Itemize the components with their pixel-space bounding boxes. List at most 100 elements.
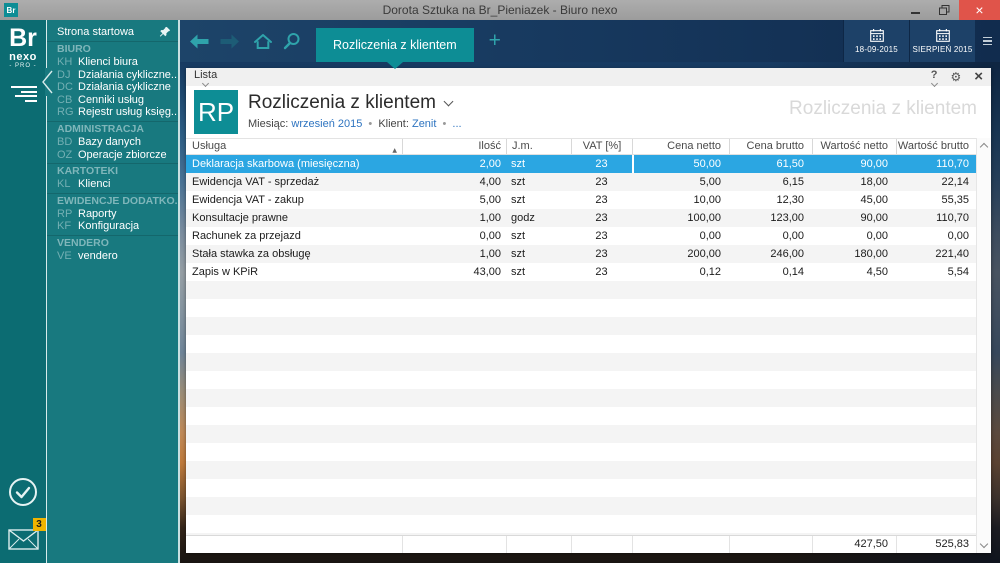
messages-envelope-icon[interactable] bbox=[7, 529, 39, 550]
close-icon: × bbox=[975, 2, 984, 18]
more-filters-link[interactable]: ... bbox=[452, 118, 461, 130]
table-cell: 23 bbox=[595, 194, 608, 206]
column-header-3[interactable]: J.m. bbox=[506, 139, 571, 154]
summary-cell bbox=[729, 536, 812, 553]
month-filter-value[interactable]: wrzesień 2015 bbox=[291, 118, 362, 130]
table-cell: 18,00 bbox=[860, 176, 888, 188]
scroll-up-icon[interactable] bbox=[979, 142, 989, 152]
left-rail: Br nexo - PRO - 3 bbox=[0, 20, 46, 563]
sidebar-item-oz[interactable]: OZ Operacje zbiorcze bbox=[47, 149, 178, 162]
column-header-8[interactable]: Wartość brutto bbox=[896, 139, 976, 154]
sidebar-item-label: Cenniki usług bbox=[78, 93, 145, 106]
list-panel: Lista ? ⚙ × RP Rozliczenia z klientem Mi… bbox=[186, 68, 991, 553]
table-cell: szt bbox=[511, 266, 526, 278]
navbar-menu-icon[interactable] bbox=[975, 20, 1000, 62]
sidebar-item-code: KF bbox=[57, 220, 72, 233]
sidebar-item-label: Działania cykliczne bbox=[78, 81, 171, 94]
panel-title-row: RP Rozliczenia z klientem Miesiąc: wrzes… bbox=[186, 86, 991, 138]
table-cell: 50,00 bbox=[632, 155, 729, 173]
sidebar-item-kh[interactable]: KH Klienci biura bbox=[47, 56, 178, 69]
sidebar-item-home[interactable]: Strona startowa bbox=[47, 24, 178, 39]
title-dropdown-icon[interactable] bbox=[443, 96, 454, 106]
month-picker-button[interactable]: SIERPIEŃ 2015 bbox=[909, 20, 975, 62]
tab-rozliczenia[interactable]: Rozliczenia z klientem bbox=[316, 28, 474, 62]
sidebar-item-code: DC bbox=[57, 81, 73, 94]
sidebar-collapse-notch[interactable] bbox=[40, 68, 54, 96]
table-cell: szt bbox=[511, 248, 526, 260]
sidebar-item-label: Klienci biura bbox=[78, 56, 138, 68]
pin-icon[interactable] bbox=[159, 26, 171, 38]
lista-menu[interactable]: Lista bbox=[194, 70, 217, 88]
back-icon[interactable] bbox=[189, 34, 210, 49]
message-count-badge[interactable]: 3 bbox=[32, 518, 46, 531]
table-scrollbar[interactable] bbox=[976, 138, 991, 553]
table-cell: 6,15 bbox=[782, 176, 804, 188]
table-cell: 12,30 bbox=[776, 194, 804, 206]
restore-icon bbox=[939, 5, 950, 15]
main-area: Rozliczenia z klientem + 18-09-2015 SIER… bbox=[180, 20, 1000, 563]
sidebar-item-kl[interactable]: KL Klienci bbox=[47, 178, 178, 191]
new-tab-button[interactable]: + bbox=[489, 29, 501, 53]
sidebar-item-code: KL bbox=[57, 178, 71, 191]
sidebar-item-code: RP bbox=[57, 207, 73, 220]
sidebar-item-dj[interactable]: DJ Działania cykliczne... bbox=[47, 69, 178, 82]
sidebar-home-label: Strona startowa bbox=[57, 25, 135, 38]
panel-close-icon[interactable]: × bbox=[974, 69, 983, 84]
module-menu-icon[interactable] bbox=[9, 86, 37, 104]
table-cell: 0,00 bbox=[947, 230, 969, 242]
minimize-button[interactable] bbox=[901, 0, 930, 20]
settings-gear-icon[interactable]: ⚙ bbox=[950, 70, 961, 84]
column-header-4[interactable]: VAT [%] bbox=[571, 139, 632, 154]
table-cell: 0,00 bbox=[479, 230, 501, 242]
column-header-2[interactable]: Ilość bbox=[402, 139, 506, 154]
date-picker-button[interactable]: 18-09-2015 bbox=[843, 20, 909, 62]
restore-button[interactable] bbox=[930, 0, 959, 20]
sidebar-item-dc[interactable]: DC Działania cykliczne bbox=[47, 81, 178, 94]
table-cell: 221,40 bbox=[935, 248, 969, 260]
table-cell: Deklaracja skarbowa (miesięczna) bbox=[192, 158, 360, 170]
window-title: Dorota Sztuka na Br_Pieniazek - Biuro ne… bbox=[382, 3, 618, 17]
sidebar-item-label: Raporty bbox=[78, 207, 117, 220]
table-cell: 100,00 bbox=[687, 212, 721, 224]
table-row[interactable]: Stała stawka za obsługę 1,00 szt 23 200,00 24… bbox=[186, 245, 991, 263]
column-header-6[interactable]: Cena brutto bbox=[729, 139, 812, 154]
table-cell: 23 bbox=[595, 266, 608, 278]
forward-icon[interactable] bbox=[219, 34, 240, 49]
home-icon[interactable] bbox=[253, 33, 273, 50]
sidebar-item-cb[interactable]: CB Cenniki usług bbox=[47, 94, 178, 107]
table-row[interactable]: Zapis w KPiR 43,00 szt 23 0,12 0,14 4,50 5,54 bbox=[186, 263, 991, 281]
sidebar-item-rg[interactable]: RG Rejestr usług księg... bbox=[47, 106, 178, 119]
table-cell: 1,00 bbox=[479, 248, 501, 260]
menu-line bbox=[983, 36, 992, 39]
client-filter-value[interactable]: Zenit bbox=[412, 118, 436, 130]
table-cell: Ewidencja VAT - zakup bbox=[192, 194, 304, 206]
table-row[interactable]: Deklaracja skarbowa (miesięczna) 2,00 szt 2… bbox=[186, 155, 991, 173]
sidebar-item-kf[interactable]: KF Konfiguracja bbox=[47, 220, 178, 233]
table-cell: 45,00 bbox=[860, 194, 888, 206]
scroll-down-icon[interactable] bbox=[979, 539, 989, 549]
sidebar-item-label: Bazy danych bbox=[78, 135, 141, 148]
table-row[interactable]: Rachunek za przejazd 0,00 szt 23 0,00 0,00 0,0… bbox=[186, 227, 991, 245]
search-icon[interactable] bbox=[283, 32, 301, 50]
close-button[interactable]: × bbox=[959, 0, 1000, 20]
table-row[interactable]: Ewidencja VAT - zakup 5,00 szt 23 10,00 12,30… bbox=[186, 191, 991, 209]
table-cell: godz bbox=[511, 212, 535, 224]
sidebar-section: ADMINISTRACJA BD Bazy danych OZ Operacje zbi… bbox=[47, 120, 178, 162]
logo-pro: - PRO - bbox=[9, 63, 37, 69]
tasks-check-icon[interactable] bbox=[8, 477, 38, 507]
table-row[interactable]: Konsultacje prawne 1,00 godz 23 100,00 123,00… bbox=[186, 209, 991, 227]
sidebar-item-code: RG bbox=[57, 106, 74, 119]
date-button-label: 18-09-2015 bbox=[855, 44, 898, 54]
column-header-5[interactable]: Cena netto bbox=[632, 139, 729, 154]
sidebar-section: KARTOTEKI KL Klienci bbox=[47, 163, 178, 191]
sidebar-item-ve[interactable]: VE vendero bbox=[47, 250, 178, 263]
sidebar-item-rp[interactable]: RP Raporty bbox=[47, 208, 178, 221]
column-header-1[interactable]: Usługa ▲ bbox=[186, 139, 402, 154]
sidebar-section: EWIDENCJE DODATKO... RP Raporty KF Konfigura… bbox=[47, 192, 178, 233]
sidebar-item-code: DJ bbox=[57, 68, 71, 81]
table-row[interactable]: Ewidencja VAT - sprzedaż 4,00 szt 23 5,00 6,1… bbox=[186, 173, 991, 191]
sidebar-item-label: Konfiguracja bbox=[78, 220, 140, 233]
help-button[interactable]: ? bbox=[930, 70, 938, 88]
sidebar-item-bd[interactable]: BD Bazy danych bbox=[47, 136, 178, 149]
column-header-7[interactable]: Wartość netto bbox=[812, 139, 896, 154]
